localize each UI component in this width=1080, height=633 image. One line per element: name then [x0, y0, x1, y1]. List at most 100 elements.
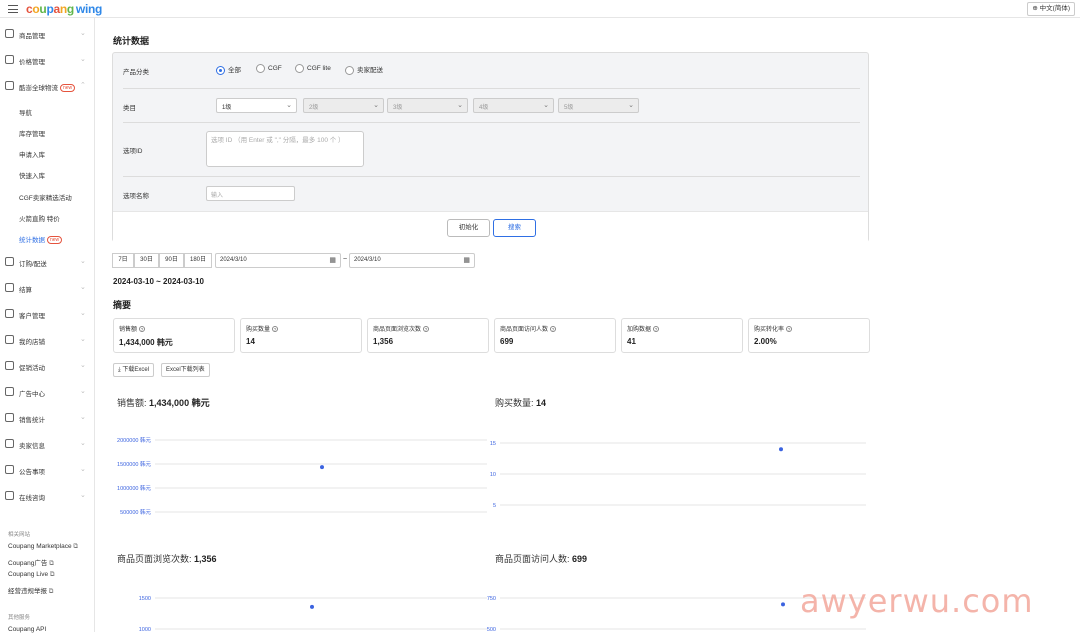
start-date-input[interactable]: 2024/3/10 ▦ [215, 253, 341, 268]
sidebar-item-12[interactable]: 在线咨询 ⌄ [0, 488, 95, 504]
data-point[interactable] [320, 465, 324, 470]
related-link-0[interactable]: Coupang Marketplace ⧉ [8, 543, 78, 551]
hamburger-menu-icon[interactable] [8, 5, 18, 13]
download-icon: ⤓ [118, 367, 121, 373]
sidebar-item-1[interactable]: 价格管理 ⌄ [0, 52, 95, 68]
main-content: 统计数据 产品分类 全部 CGF CGF lite 卖家配送 类目 1级 ⌄ 2级… [95, 18, 1080, 632]
excel-download-list-button[interactable]: Excel下载列表 [161, 363, 210, 377]
range-7d-button[interactable]: 7日 [112, 253, 134, 268]
truck-icon [5, 257, 14, 266]
sidebar-subitem-2[interactable]: 申请入库 [19, 149, 45, 159]
help-icon[interactable]: ? [786, 326, 793, 333]
level-1-select[interactable]: 1级 ⌄ [216, 98, 297, 113]
radio-seller-delivery[interactable]: 卖家配送 [345, 64, 383, 75]
sidebar-subitem-6[interactable]: 统计数据 new [19, 234, 63, 245]
summary-card-value: 1,434,000 韩元 [119, 338, 173, 347]
summary-card: 销售额? 1,434,000 韩元 [113, 318, 235, 353]
reset-button[interactable]: 初始化 [447, 219, 490, 237]
sidebar-item-0[interactable]: 商品管理 ⌄ [0, 26, 95, 42]
help-icon[interactable]: ? [423, 326, 430, 333]
help-icon[interactable]: ? [653, 326, 660, 333]
summary-card-label-text: 商品页面访问人数 [500, 327, 549, 333]
option-id-textarea[interactable]: 选项 ID （用 Enter 或 "," 分隔，最多 100 个 ） [206, 131, 364, 167]
summary-card: 购买转化率? 2.00% [748, 318, 870, 353]
new-badge: new [47, 236, 63, 245]
search-button[interactable]: 搜索 [493, 219, 536, 237]
data-point[interactable] [310, 604, 314, 609]
range-180d-button[interactable]: 180日 [184, 253, 212, 268]
option-name-input[interactable]: 输入 [206, 186, 295, 201]
related-link-3[interactable]: 经营违规举报 ⧉ [8, 585, 53, 596]
external-link-icon: ⧉ [48, 571, 55, 578]
y-tick-label: 1500000 韩元 [117, 460, 151, 468]
pie-chart-icon [5, 387, 14, 396]
sidebar: 商品管理 ⌄ 价格管理 ⌄ 酷澎全球物流 new ⌃ 订购/配送 ⌄ 结算 ⌄ 客户管理 ⌄ 我的店铺 ⌄ 促… [0, 18, 95, 633]
sidebar-item-2[interactable]: 酷澎全球物流 new ⌃ [0, 78, 95, 94]
summary-card: 加购数据? 41 [621, 318, 743, 353]
summary-card-value: 1,356 [373, 337, 394, 346]
chevron-down-icon: ⌄ [457, 102, 463, 109]
sidebar-item-4[interactable]: 结算 ⌄ [0, 280, 95, 296]
data-point[interactable] [781, 602, 785, 607]
radio-cgf[interactable]: CGF [256, 64, 282, 73]
help-icon[interactable]: ? [272, 326, 279, 333]
sidebar-item-label: 在线咨询 [19, 495, 45, 502]
sidebar-item-6[interactable]: 我的店铺 ⌄ [0, 332, 95, 348]
data-point[interactable] [779, 447, 783, 452]
sidebar-subitem-1[interactable]: 库存管理 [19, 128, 45, 138]
chevron-down-icon: ⌄ [80, 56, 86, 63]
help-icon[interactable]: ? [139, 326, 146, 333]
level-4-select[interactable]: 4级 ⌄ [473, 98, 554, 113]
radio-all[interactable]: 全部 [216, 64, 241, 75]
sidebar-subitem-0[interactable]: 导航 [19, 107, 32, 117]
related-link-1[interactable]: Coupang广告 ⧉ [8, 557, 54, 568]
headset-icon [5, 309, 14, 318]
download-excel-label: 下载Excel [122, 367, 150, 373]
range-30d-button[interactable]: 30日 [134, 253, 159, 268]
related-link-2[interactable]: Coupang Live ⧉ [8, 571, 55, 579]
sidebar-item-9[interactable]: 销售统计 ⌄ [0, 410, 95, 426]
filter-actions: 初始化 搜索 [113, 211, 868, 242]
sidebar-item-label: 公告事项 [19, 469, 45, 476]
chevron-down-icon: ⌄ [286, 102, 292, 109]
chevron-down-icon: ⌄ [80, 440, 86, 447]
sidebar-subitem-3[interactable]: 快速入库 [19, 170, 45, 180]
sidebar-item-10[interactable]: 卖家信息 ⌄ [0, 436, 95, 452]
sidebar-item-5[interactable]: 客户管理 ⌄ [0, 306, 95, 322]
radio-label: 全部 [228, 67, 241, 74]
bar-chart-icon [5, 413, 14, 422]
download-excel-button[interactable]: ⤓ 下载Excel [113, 363, 155, 377]
start-date-value: 2024/3/10 [220, 257, 247, 263]
sidebar-subitem-5[interactable]: 火箭直购 特价 [19, 213, 60, 223]
chevron-down-icon: ⌄ [80, 388, 86, 395]
sidebar-item-label: 订购/配送 [19, 261, 47, 268]
coupang-wing-logo[interactable]: coupang wing [26, 2, 102, 16]
filter-panel: 产品分类 全部 CGF CGF lite 卖家配送 类目 1级 ⌄ 2级 ⌄ 3级 ⌄… [112, 52, 869, 242]
radio-cgf-lite[interactable]: CGF lite [295, 64, 331, 73]
chart-1: 购买数量: 140510152024-03-10 [474, 390, 866, 530]
level-3-select[interactable]: 3级 ⌄ [387, 98, 468, 113]
level-5-select[interactable]: 5级 ⌄ [558, 98, 639, 113]
end-date-input[interactable]: 2024/3/10 ▦ [349, 253, 475, 268]
summary-card: 商品页面浏览次数? 1,356 [367, 318, 489, 353]
category-label: 产品分类 [123, 69, 149, 76]
sidebar-subitem-4[interactable]: CGF卖家精选活动 [19, 192, 72, 202]
summary-card-value: 41 [627, 337, 636, 346]
end-date-value: 2024/3/10 [354, 257, 381, 263]
sidebar-item-8[interactable]: 广告中心 ⌄ [0, 384, 95, 400]
sidebar-item-7[interactable]: 促销活动 ⌄ [0, 358, 95, 374]
level-2-select[interactable]: 2级 ⌄ [303, 98, 384, 113]
sidebar-item-3[interactable]: 订购/配送 ⌄ [0, 254, 95, 270]
y-tick-label: 2000000 韩元 [117, 436, 151, 444]
chart-svg: 1000 1500 [139, 596, 487, 632]
watermark: awyerwu.com [800, 582, 1034, 620]
calendar-icon[interactable]: ▦ [329, 256, 336, 264]
coin-icon [5, 283, 14, 292]
range-90d-button[interactable]: 90日 [159, 253, 184, 268]
help-icon[interactable]: ? [550, 326, 557, 333]
calendar-icon[interactable]: ▦ [463, 256, 470, 264]
sidebar-item-11[interactable]: 公告事项 ⌄ [0, 462, 95, 478]
new-badge: new [60, 84, 76, 93]
language-selector[interactable]: ⊕ 中文(简体) [1027, 2, 1075, 16]
y-tick-label: 5 [493, 503, 496, 509]
